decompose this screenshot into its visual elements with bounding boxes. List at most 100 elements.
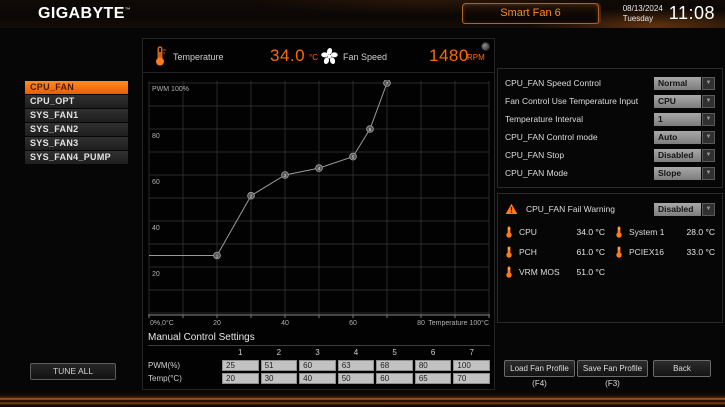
curve-point-3[interactable]: 3 xyxy=(282,172,289,179)
date-label: 08/13/2024 xyxy=(623,4,663,14)
svg-text:60: 60 xyxy=(349,320,357,327)
pwm-input-2[interactable] xyxy=(261,360,298,371)
load-fan-profile-button[interactable]: Load Fan Profile (F4) xyxy=(504,360,575,377)
sensor-system-1: System 128.0 °C xyxy=(615,226,715,238)
pwm-input-6[interactable] xyxy=(415,360,452,371)
tab-smart-fan-6[interactable]: Smart Fan 6 xyxy=(462,3,599,24)
svg-text:20: 20 xyxy=(213,320,221,327)
day-label: Tuesday xyxy=(623,14,663,24)
sidebar-item-sys_fan4_pump[interactable]: SYS_FAN4_PUMP xyxy=(25,151,128,164)
pwm-input-7[interactable] xyxy=(453,360,490,371)
setting-value-5: Slope xyxy=(654,167,701,180)
setting-dropdown-5[interactable]: Slope▼ xyxy=(654,167,715,180)
pwm-input-3[interactable] xyxy=(299,360,336,371)
setting-value-0: Normal xyxy=(654,77,701,90)
back-button[interactable]: Back xyxy=(653,360,711,377)
chevron-down-icon: ▼ xyxy=(702,167,715,180)
save-fan-profile-button[interactable]: Save Fan Profile (F3) xyxy=(577,360,648,377)
column-header-6: 6 xyxy=(415,348,452,358)
setting-label-2: Temperature Interval xyxy=(505,114,583,124)
temp-input-5[interactable] xyxy=(376,373,413,384)
fan-list: CPU_FANCPU_OPTSYS_FAN1SYS_FAN2SYS_FAN3SY… xyxy=(25,81,128,165)
column-header-7: 7 xyxy=(453,348,490,358)
sensor-value: 51.0 °C xyxy=(577,267,605,277)
fan-speed-value: 1480 xyxy=(429,46,469,66)
tune-all-button[interactable]: TUNE ALL xyxy=(30,363,116,380)
setting-dropdown-2[interactable]: 1▼ xyxy=(654,113,715,126)
setting-dropdown-0[interactable]: Normal▼ xyxy=(654,77,715,90)
thermometer-icon xyxy=(505,226,513,238)
setting-row-2: Temperature Interval 1▼ xyxy=(505,110,715,128)
chevron-down-icon: ▼ xyxy=(702,95,715,108)
svg-text:80: 80 xyxy=(152,133,160,140)
sidebar-item-sys_fan3[interactable]: SYS_FAN3 xyxy=(25,137,128,150)
svg-text:40: 40 xyxy=(152,225,160,232)
sensor-name: CPU xyxy=(519,227,577,237)
setting-value-2: 1 xyxy=(654,113,701,126)
setting-dropdown-3[interactable]: Auto▼ xyxy=(654,131,715,144)
svg-text:Temperature 100°C: Temperature 100°C xyxy=(428,319,489,327)
pwm-input-4[interactable] xyxy=(338,360,375,371)
top-bar: GIGABYTE™ Smart Fan 6 08/13/2024 Tuesday… xyxy=(0,0,725,28)
gear-icon[interactable] xyxy=(481,42,490,51)
chevron-down-icon: ▼ xyxy=(702,113,715,126)
sensor-vrm-mos: VRM MOS51.0 °C xyxy=(505,266,605,278)
pwm-input-5[interactable] xyxy=(376,360,413,371)
sensor-readings: CPU34.0 °CSystem 128.0 °CPCH61.0 °CPCIEX… xyxy=(505,226,715,278)
thermometer-icon xyxy=(153,45,167,67)
curve-point-5[interactable]: 5 xyxy=(350,153,357,160)
thermometer-icon xyxy=(615,246,623,258)
setting-row-1: Fan Control Use Temperature InputCPU▼ xyxy=(505,92,715,110)
chevron-down-icon: ▼ xyxy=(702,203,715,216)
manual-control-section: Manual Control Settings 1234567PWM(%)Tem… xyxy=(148,332,490,384)
fan-curve-chart[interactable]: PWM 100%806040200%,0°C20406080Temperatur… xyxy=(148,80,490,330)
temp-input-6[interactable] xyxy=(415,373,452,384)
fan-icon xyxy=(320,47,339,66)
setting-value-1: CPU xyxy=(654,95,701,108)
bottom-accent-strip xyxy=(0,391,725,407)
temperature-label: Temperature xyxy=(173,52,224,62)
sidebar-item-sys_fan2[interactable]: SYS_FAN2 xyxy=(25,123,128,136)
column-header-1: 1 xyxy=(222,348,259,358)
sensor-pch: PCH61.0 °C xyxy=(505,246,605,258)
bios-smart-fan-screen: GIGABYTE™ Smart Fan 6 08/13/2024 Tuesday… xyxy=(0,0,725,407)
setting-value-3: Auto xyxy=(654,131,701,144)
curve-point-6[interactable]: 6 xyxy=(367,126,374,133)
right-panel: CPU_FAN Speed ControlNormal▼Fan Control … xyxy=(497,38,723,390)
setting-row-3: CPU_FAN Control mode Auto▼ xyxy=(505,128,715,146)
pwm-input-1[interactable] xyxy=(222,360,259,371)
fail-warning-dropdown[interactable]: Disabled ▼ xyxy=(654,203,715,216)
temp-input-1[interactable] xyxy=(222,373,259,384)
sensor-name: System 1 xyxy=(629,227,687,237)
temp-input-3[interactable] xyxy=(299,373,336,384)
setting-value-4: Disabled xyxy=(654,149,701,162)
chevron-down-icon: ▼ xyxy=(702,131,715,144)
chevron-down-icon: ▼ xyxy=(702,149,715,162)
setting-label-3: CPU_FAN Control mode xyxy=(505,132,598,142)
sidebar-item-cpu_fan[interactable]: CPU_FAN xyxy=(25,81,128,94)
sidebar-item-sys_fan1[interactable]: SYS_FAN1 xyxy=(25,109,128,122)
sensor-value: 34.0 °C xyxy=(577,227,605,237)
curve-point-2[interactable]: 2 xyxy=(248,192,255,199)
sensor-value: 61.0 °C xyxy=(577,247,605,257)
temp-input-2[interactable] xyxy=(261,373,298,384)
sensor-value: 33.0 °C xyxy=(687,247,715,257)
temp-input-7[interactable] xyxy=(453,373,490,384)
svg-text:80: 80 xyxy=(417,320,425,327)
temperature-value: 34.0 xyxy=(270,46,305,66)
status-bar: Temperature 34.0 °C Fan Speed 1480 RPM xyxy=(143,39,494,73)
thermometer-icon xyxy=(615,226,623,238)
gigabyte-logo: GIGABYTE™ xyxy=(38,5,131,23)
setting-dropdown-4[interactable]: Disabled▼ xyxy=(654,149,715,162)
row-label-0: PWM(%) xyxy=(148,361,220,370)
setting-dropdown-1[interactable]: CPU▼ xyxy=(654,95,715,108)
setting-row-5: CPU_FAN ModeSlope▼ xyxy=(505,164,715,182)
temperature-unit: °C xyxy=(309,53,318,62)
temp-input-4[interactable] xyxy=(338,373,375,384)
curve-point-4[interactable]: 4 xyxy=(316,165,323,172)
curve-point-7[interactable]: 7 xyxy=(384,80,391,86)
setting-label-0: CPU_FAN Speed Control xyxy=(505,78,601,88)
curve-point-1[interactable]: 1 xyxy=(214,252,221,259)
sidebar-item-cpu_opt[interactable]: CPU_OPT xyxy=(25,95,128,108)
svg-text:0%,0°C: 0%,0°C xyxy=(150,319,174,327)
